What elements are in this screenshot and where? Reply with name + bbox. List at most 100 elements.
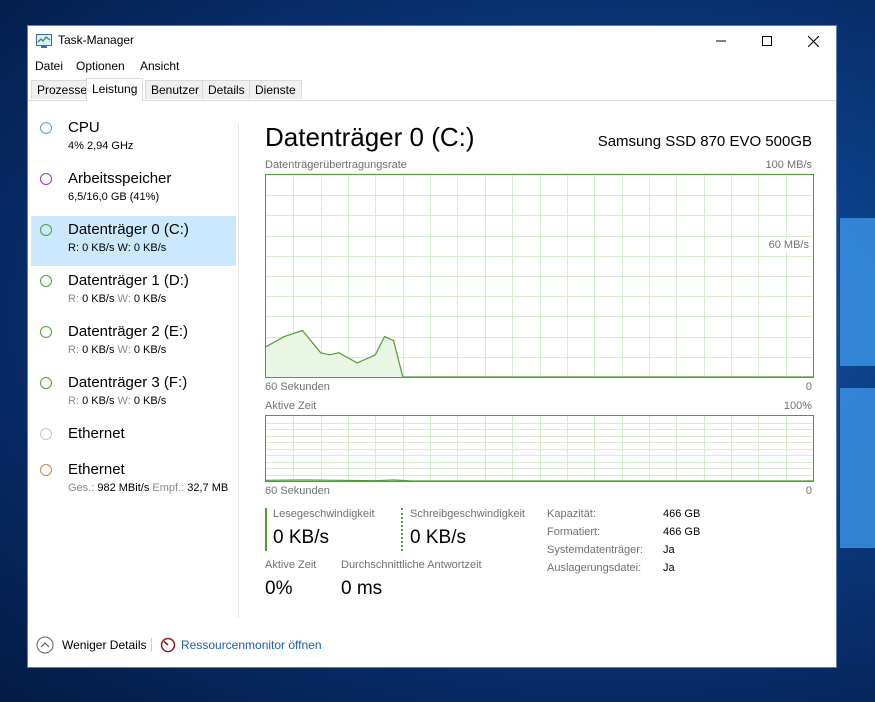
disk-indicator-icon bbox=[40, 377, 52, 389]
graph1-label: Datenträgerübertragungsrate bbox=[265, 159, 407, 171]
memory-indicator-icon bbox=[40, 173, 52, 185]
page-title: Datenträger 0 (C:) bbox=[265, 122, 475, 152]
close-button[interactable] bbox=[790, 26, 836, 56]
menu-optionen[interactable]: Optionen bbox=[76, 59, 125, 73]
sidebar-item-memory[interactable]: Arbeitsspeicher 6,5/16,0 GB (41%) bbox=[31, 165, 236, 215]
read-speed-label: Lesegeschwindigkeit bbox=[273, 508, 375, 520]
sidebar-item-ethernet-1[interactable]: Ethernet bbox=[31, 420, 236, 456]
sidebar-item-sub: R: 0 KB/s W: 0 KB/s bbox=[68, 395, 166, 407]
sidebar-item-disk-0[interactable]: Datenträger 0 (C:) R: 0 KB/s W: 0 KB/s bbox=[31, 216, 236, 266]
tab-leistung[interactable]: Leistung bbox=[86, 78, 144, 101]
tab-benutzer[interactable]: Benutzer bbox=[145, 80, 206, 99]
data-point bbox=[374, 354, 376, 356]
minimize-button[interactable] bbox=[698, 26, 744, 56]
write-label: W: bbox=[117, 395, 131, 407]
write-label: W: bbox=[117, 293, 131, 305]
prop-pagefile-value: Ja bbox=[663, 562, 675, 574]
disk-model: Samsung SSD 870 EVO 500GB bbox=[597, 133, 812, 150]
sidebar-item-disk-3[interactable]: Datenträger 3 (F:) R: 0 KB/s W: 0 KB/s bbox=[31, 369, 236, 419]
tab-dienste[interactable]: Dienste bbox=[249, 80, 302, 99]
data-point bbox=[329, 354, 331, 356]
ethernet-indicator-icon bbox=[40, 428, 52, 440]
footer-separator bbox=[151, 638, 152, 652]
graph2-x-left: 60 Sekunden bbox=[265, 485, 330, 497]
prop-formatted-value: 466 GB bbox=[663, 526, 701, 538]
active-time-graph bbox=[265, 415, 814, 482]
graph1-mid-label: 60 MB/s bbox=[768, 239, 809, 251]
chevron-up-circle-icon bbox=[36, 636, 54, 654]
sidebar-item-title: Datenträger 0 (C:) bbox=[68, 221, 189, 238]
sidebar-item-ethernet-2[interactable]: Ethernet Ges.: 982 MBit/s Empf.: 32,7 MB bbox=[31, 456, 236, 506]
tab-details[interactable]: Details bbox=[202, 80, 251, 99]
write-value: 0 KB/s bbox=[133, 395, 167, 407]
sidebar-item-disk-2[interactable]: Datenträger 2 (E:) R: 0 KB/s W: 0 KB/s bbox=[31, 318, 236, 368]
read-value: 0 KB/s bbox=[82, 395, 115, 407]
sidebar-item-title: Datenträger 3 (F:) bbox=[68, 374, 188, 391]
prop-system-disk-label: Systemdatenträger: bbox=[547, 544, 643, 556]
write-label: W: bbox=[117, 242, 131, 254]
disk-indicator-icon bbox=[40, 275, 52, 287]
series-line bbox=[266, 479, 813, 481]
receive-value: 32,7 MB bbox=[187, 482, 229, 494]
transfer-rate-chart bbox=[266, 175, 813, 377]
tab-prozesse[interactable]: Prozesse bbox=[31, 80, 94, 99]
task-manager-icon bbox=[36, 34, 52, 48]
prop-capacity-label: Kapazität: bbox=[547, 508, 596, 520]
sidebar-item-sub: R: 0 KB/s W: 0 KB/s bbox=[68, 344, 166, 356]
fewer-details-label: Weniger Details bbox=[62, 638, 147, 652]
data-point bbox=[338, 479, 340, 481]
sidebar-item-sub: 4% 2,94 GHz bbox=[68, 140, 134, 152]
menu-bar: Datei Optionen Ansicht bbox=[28, 56, 836, 76]
prop-system-disk-value: Ja bbox=[663, 544, 675, 556]
read-speed-value: 0 KB/s bbox=[273, 527, 329, 548]
window-title: Task-Manager bbox=[58, 33, 135, 47]
data-point bbox=[393, 340, 395, 342]
disk-indicator-icon bbox=[40, 326, 52, 338]
resource-monitor-icon bbox=[160, 637, 176, 653]
write-value: 0 KB/s bbox=[133, 242, 167, 254]
graph2-x-right: 0 bbox=[805, 485, 812, 497]
data-point bbox=[320, 352, 322, 354]
read-label: R: bbox=[68, 242, 79, 254]
sidebar-item-sub: R: 0 KB/s W: 0 KB/s bbox=[68, 242, 166, 254]
data-point bbox=[301, 329, 304, 332]
resource-monitor-label: Ressourcenmonitor öffnen bbox=[181, 638, 322, 652]
data-point bbox=[338, 352, 340, 354]
write-value: 0 KB/s bbox=[133, 293, 167, 305]
send-value: 982 MBit/s bbox=[97, 482, 150, 494]
sidebar-item-sub: Ges.: 982 MBit/s Empf.: 32,7 MB bbox=[68, 482, 228, 494]
send-label: Ges.: bbox=[68, 482, 95, 494]
prop-capacity-value: 466 GB bbox=[663, 508, 701, 520]
menu-datei[interactable]: Datei bbox=[35, 59, 63, 73]
prop-formatted-label: Formatiert: bbox=[547, 526, 601, 538]
graph1-x-right: 0 bbox=[805, 381, 812, 393]
sidebar-item-sub: 6,5/16,0 GB (41%) bbox=[68, 191, 160, 203]
read-label: R: bbox=[68, 395, 79, 407]
data-point bbox=[356, 362, 358, 364]
sidebar-item-cpu[interactable]: CPU 4% 2,94 GHz bbox=[31, 114, 236, 164]
ethernet-indicator-icon bbox=[40, 464, 52, 476]
maximize-button[interactable] bbox=[744, 26, 790, 56]
active-time-label: Aktive Zeit bbox=[265, 559, 317, 571]
sidebar-item-disk-1[interactable]: Datenträger 1 (D:) R: 0 KB/s W: 0 KB/s bbox=[31, 267, 236, 317]
sidebar-item-title: Datenträger 2 (E:) bbox=[68, 323, 189, 340]
task-manager-window: Task-Manager Datei Optionen Ansicht Proz… bbox=[27, 25, 837, 668]
sidebar-item-title: CPU bbox=[68, 119, 100, 136]
prop-pagefile-label: Auslagerungsdatei: bbox=[547, 562, 642, 574]
close-icon bbox=[807, 35, 819, 47]
menu-ansicht[interactable]: Ansicht bbox=[140, 59, 179, 73]
write-label: W: bbox=[117, 344, 131, 356]
sidebar-item-title: Ethernet bbox=[68, 425, 125, 442]
title-bar[interactable]: Task-Manager bbox=[28, 26, 836, 56]
read-label: R: bbox=[68, 293, 79, 305]
sidebar-item-title: Datenträger 1 (D:) bbox=[68, 272, 189, 289]
active-time-value: 0% bbox=[265, 578, 293, 599]
maximize-icon bbox=[762, 36, 772, 46]
write-value: 0 KB/s bbox=[133, 344, 167, 356]
transfer-rate-graph: 60 MB/s bbox=[265, 174, 814, 378]
cpu-indicator-icon bbox=[40, 122, 52, 134]
read-label: R: bbox=[68, 344, 79, 356]
write-speed-marker bbox=[401, 508, 403, 551]
write-speed-value: 0 KB/s bbox=[410, 527, 466, 548]
graph2-max-label: 100% bbox=[783, 400, 812, 412]
